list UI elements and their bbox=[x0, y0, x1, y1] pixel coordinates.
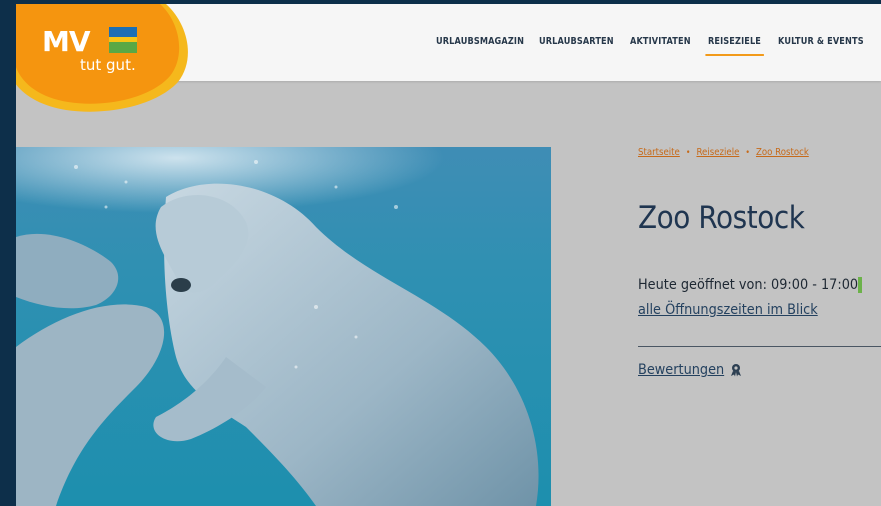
nav-item-urlaubsmagazin[interactable]: URLAUBSMAGAZIN bbox=[436, 36, 524, 47]
all-opening-hours-link[interactable]: alle Öffnungszeiten im Blick bbox=[638, 302, 818, 318]
page-title: Zoo Rostock bbox=[638, 200, 805, 236]
breadcrumb-startseite[interactable]: Startseite bbox=[638, 147, 680, 158]
breadcrumb-separator: • bbox=[685, 148, 691, 158]
breadcrumb-separator: • bbox=[745, 148, 750, 158]
breadcrumb-zoo-rostock[interactable]: Zoo Rostock bbox=[756, 147, 809, 158]
browser-viewport: URLAUBSMAGAZIN URLAUBSARTEN AKTIVITÄTEN … bbox=[16, 4, 881, 506]
section-divider bbox=[638, 346, 881, 347]
breadcrumb-reiseziele[interactable]: Reiseziele bbox=[696, 147, 739, 158]
open-status-indicator bbox=[858, 277, 862, 293]
logo-brand: MV bbox=[42, 25, 91, 58]
reviews-link[interactable]: Bewertungen bbox=[638, 362, 724, 378]
polar-bears-photo bbox=[16, 147, 551, 506]
logo-tagline: tut gut. bbox=[80, 56, 136, 74]
award-ribbon-icon bbox=[731, 364, 741, 377]
nav-item-reiseziele[interactable]: REISEZIELE bbox=[705, 36, 764, 56]
nav-item-aktivitaeten[interactable]: AKTIVITÄTEN bbox=[630, 36, 691, 47]
opening-hours-today: Heute geöffnet von: 09:00 - 17:00 bbox=[638, 277, 859, 293]
breadcrumb: Startseite • Reiseziele • Zoo Rostock bbox=[638, 147, 809, 158]
nav-item-urlaubsarten[interactable]: URLAUBSARTEN bbox=[539, 36, 614, 47]
mv-flag-icon bbox=[109, 27, 137, 53]
nav-item-kultur-events[interactable]: KULTUR & EVENTS bbox=[778, 36, 864, 47]
